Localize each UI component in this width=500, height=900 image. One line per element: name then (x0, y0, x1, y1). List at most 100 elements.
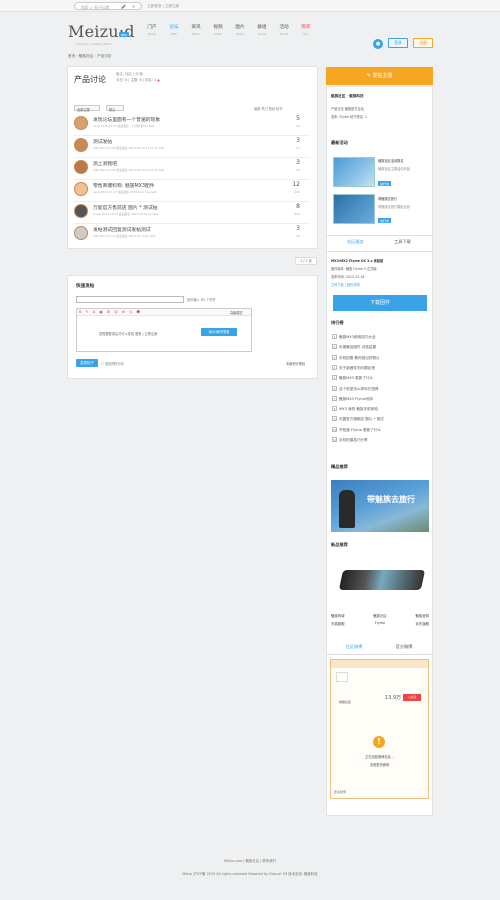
mic-icon[interactable]: 🎤 (121, 4, 126, 9)
qq-icon[interactable]: ● (373, 39, 383, 49)
nav-sublabel: Photo (236, 32, 244, 36)
thread-meta: test 2013-12-18 最后发表 2013-12-18 11:30 by… (93, 168, 165, 172)
thread-title[interactable]: 测上测我吧 (93, 160, 117, 167)
rank-item[interactable]: 4 关于新固件的问题反馈 (332, 364, 375, 371)
thread-title[interactable]: 零售商爆料称: 魅族MX3配件 (93, 182, 155, 189)
tab-community-weibo[interactable]: 社区微博 (331, 644, 377, 650)
flyme-date: 发布时间: 2013-12-18 (331, 275, 365, 279)
post-title-input[interactable] (76, 296, 184, 303)
quick-link[interactable]: 魅族官网 (415, 613, 429, 618)
rank-item[interactable]: 3 手机拍照 教你拍出好照片 (332, 354, 380, 361)
rank-number: 1 (332, 334, 337, 339)
flyme-links[interactable]: 立即下载 | 固件说明 (331, 282, 360, 287)
login-hint[interactable]: 您需要登录后才可以发帖 登录 | 立即注册 (99, 331, 157, 336)
nav-item[interactable]: 视频 Video (207, 24, 229, 36)
quick-link[interactable]: 天猫旗舰 (331, 621, 345, 626)
qq-login-button[interactable]: 用QQ帐号登录 (201, 328, 237, 336)
nav-sublabel: News (192, 32, 200, 36)
weibo-name[interactable]: 魅族社区 (339, 700, 351, 704)
thread-tabs[interactable]: 最新 热门 热帖 精华 (254, 106, 283, 111)
forum-panel: 产品讨论 版主: 社区 | 分 版 今日: 0 | 主题: 6 | 排名: 1 … (67, 66, 318, 249)
quick-link[interactable]: 魅族商城 (331, 613, 345, 618)
top-links[interactable]: 立即登录 | 立即注册 (147, 4, 179, 9)
share-checkbox[interactable]: ☐ 发帖同时分享 (101, 361, 124, 366)
avatar[interactable] (74, 204, 88, 218)
avatar[interactable] (74, 226, 88, 240)
rank-item[interactable]: 7 魅族MX3 Flyme测评 (332, 395, 373, 402)
rank-item[interactable]: 1 魅族MX3使用技巧大全 (332, 334, 376, 340)
nav-label: 论坛 (169, 25, 179, 30)
submit-post-button[interactable]: 发表帖子 (76, 359, 98, 367)
news-item-title[interactable]: 魅族社区活动报名 (378, 158, 404, 163)
thread-title[interactable]: 测试发帖 (93, 138, 112, 145)
news-image[interactable] (333, 194, 375, 224)
weibo-avatar[interactable] (336, 672, 348, 682)
download-button[interactable]: 下载固件 (333, 295, 427, 311)
rank-item[interactable]: 9 天翼官方旗舰店 图片 * 测试 (332, 416, 384, 422)
rank-item[interactable]: 8 MX3 我的 魅族手机体验 (332, 406, 378, 412)
nav-item[interactable]: 资讯 News (185, 24, 207, 36)
weibo-footer[interactable]: 更多微博 (334, 790, 346, 794)
quick-link[interactable]: Flyme (375, 621, 385, 626)
tab-community-service[interactable]: 社区服务 (333, 239, 378, 245)
quick-link[interactable]: 魅族社区 (373, 613, 387, 618)
nav-item[interactable]: 论坛 BBS (163, 24, 185, 36)
login-button[interactable]: 登录 (388, 38, 408, 48)
filter-select[interactable]: 全部主题 (74, 105, 100, 112)
new-post-button[interactable]: ✎ 发帖主题 (326, 67, 433, 85)
thread-row[interactable]: 测上测我吧 test 2013-12-18 最后发表 2013-12-18 11:… (74, 158, 310, 178)
view-count: 229 (294, 212, 300, 216)
rank-item[interactable]: 11 手机拍摄技巧分享 (332, 437, 368, 443)
rank-item[interactable]: 2 年度最佳固件 评选结果 (332, 344, 376, 350)
register-button[interactable]: 注册 (413, 38, 433, 48)
nav-item[interactable]: 购买 Buy (295, 24, 317, 36)
thread-row[interactable]: 零售商爆料称: 魅族MX3配件 ceyp 2013-12-17 最后发表 2013… (74, 180, 310, 200)
search-input[interactable]: 搜索 > 帖子标题 🎤 ⚲ (74, 2, 142, 10)
ad-banner[interactable]: 带魅族去旅行 (331, 480, 429, 532)
view-count: 27 (296, 146, 300, 150)
tab-tools[interactable]: 工具下载 (380, 239, 425, 245)
nav-sublabel: Event (279, 32, 288, 36)
news-image[interactable] (333, 157, 375, 187)
rank-item[interactable]: 5 魅族MX3 更新了什么 (332, 375, 373, 381)
thread-title[interactable]: 万能官方售前店 图片 * 测试帖 (93, 204, 158, 211)
char-hint: 还可输入 80 个字符 (187, 298, 216, 302)
tab-official-weibo[interactable]: 官方微博 (381, 644, 427, 650)
sort-select[interactable]: 默认 (106, 105, 124, 112)
footer-links[interactable]: Meizu.com | 魅族社区 | 联系我们 (0, 858, 500, 863)
pager[interactable]: 1 / 1 页 (295, 257, 317, 265)
thread-row[interactable]: 万能官方售前店 图片 * 测试帖 meyp 2013-12-15 最后发表 201… (74, 202, 310, 222)
editor-toolbar[interactable]: B ✎ A ▣ ⊞ ☺ ⊕ ◷ ☻ (77, 309, 251, 316)
thread-title[interactable]: 发帖测试回复测试发帖测试 (93, 226, 151, 233)
nav-item[interactable]: 图片 Photo (229, 24, 251, 36)
avatar[interactable] (74, 138, 88, 152)
thread-title[interactable]: 发现论坛里面有一个普遍的现象 (93, 116, 160, 123)
quick-post-panel: 快速发帖 还可输入 80 个字符 B ✎ A ▣ ⊞ ☺ ⊕ ◷ ☻ 您需要登录… (67, 275, 318, 379)
view-count: 40 (296, 168, 300, 172)
rank-item[interactable]: 6 这个机型怎么样你们觉得 (332, 385, 379, 392)
avatar[interactable] (74, 160, 88, 174)
advanced-mode-link[interactable]: 高级模式 (230, 310, 243, 315)
avatar[interactable] (74, 116, 88, 130)
product-image[interactable] (333, 560, 427, 600)
search-icon[interactable]: ⚲ (132, 4, 135, 9)
nav-item[interactable]: 门户 Portal (141, 24, 163, 36)
rules-link[interactable]: 本版积分规则 (286, 361, 305, 366)
rank-item[interactable]: 10 不知道 Flyme 更新了什么 (332, 426, 381, 433)
thread-row[interactable]: 测试发帖 test 2013-12-18 最后发表 2013-12-18 11:3… (74, 136, 310, 156)
nav-item[interactable]: 群组 Group (251, 24, 273, 36)
news-item-desc: 带魅族去旅行摄影比赛 (378, 205, 410, 209)
post-editor[interactable]: B ✎ A ▣ ⊞ ☺ ⊕ ◷ ☻ 您需要登录后才可以发帖 登录 | 立即注册 … (76, 308, 252, 352)
thread-row[interactable]: 发现论坛里面有一个普遍的现象 ceyp 2013-12-19 最后发表 : 1 分… (74, 114, 310, 134)
news-item-title[interactable]: 带魅族去旅行 (378, 196, 397, 201)
news-title: 最新活动 (331, 140, 348, 145)
quick-link[interactable]: 京东旗舰 (415, 621, 429, 626)
logo-badge: BBS (119, 32, 129, 37)
rank-number: 4 (332, 364, 337, 370)
weibo-follow-button[interactable]: +关注 (403, 694, 421, 701)
nav-item[interactable]: 活动 Event (273, 24, 295, 36)
thread-row[interactable]: 发帖测试回复测试发帖测试 test 2013-12-14 最后发表 2013-12… (74, 224, 310, 244)
breadcrumb[interactable]: 首页 › 魅族社区 › 产品讨论 (68, 54, 111, 59)
avatar[interactable] (74, 182, 88, 196)
weibo-more-link[interactable]: 查看更多微博 (331, 762, 428, 767)
